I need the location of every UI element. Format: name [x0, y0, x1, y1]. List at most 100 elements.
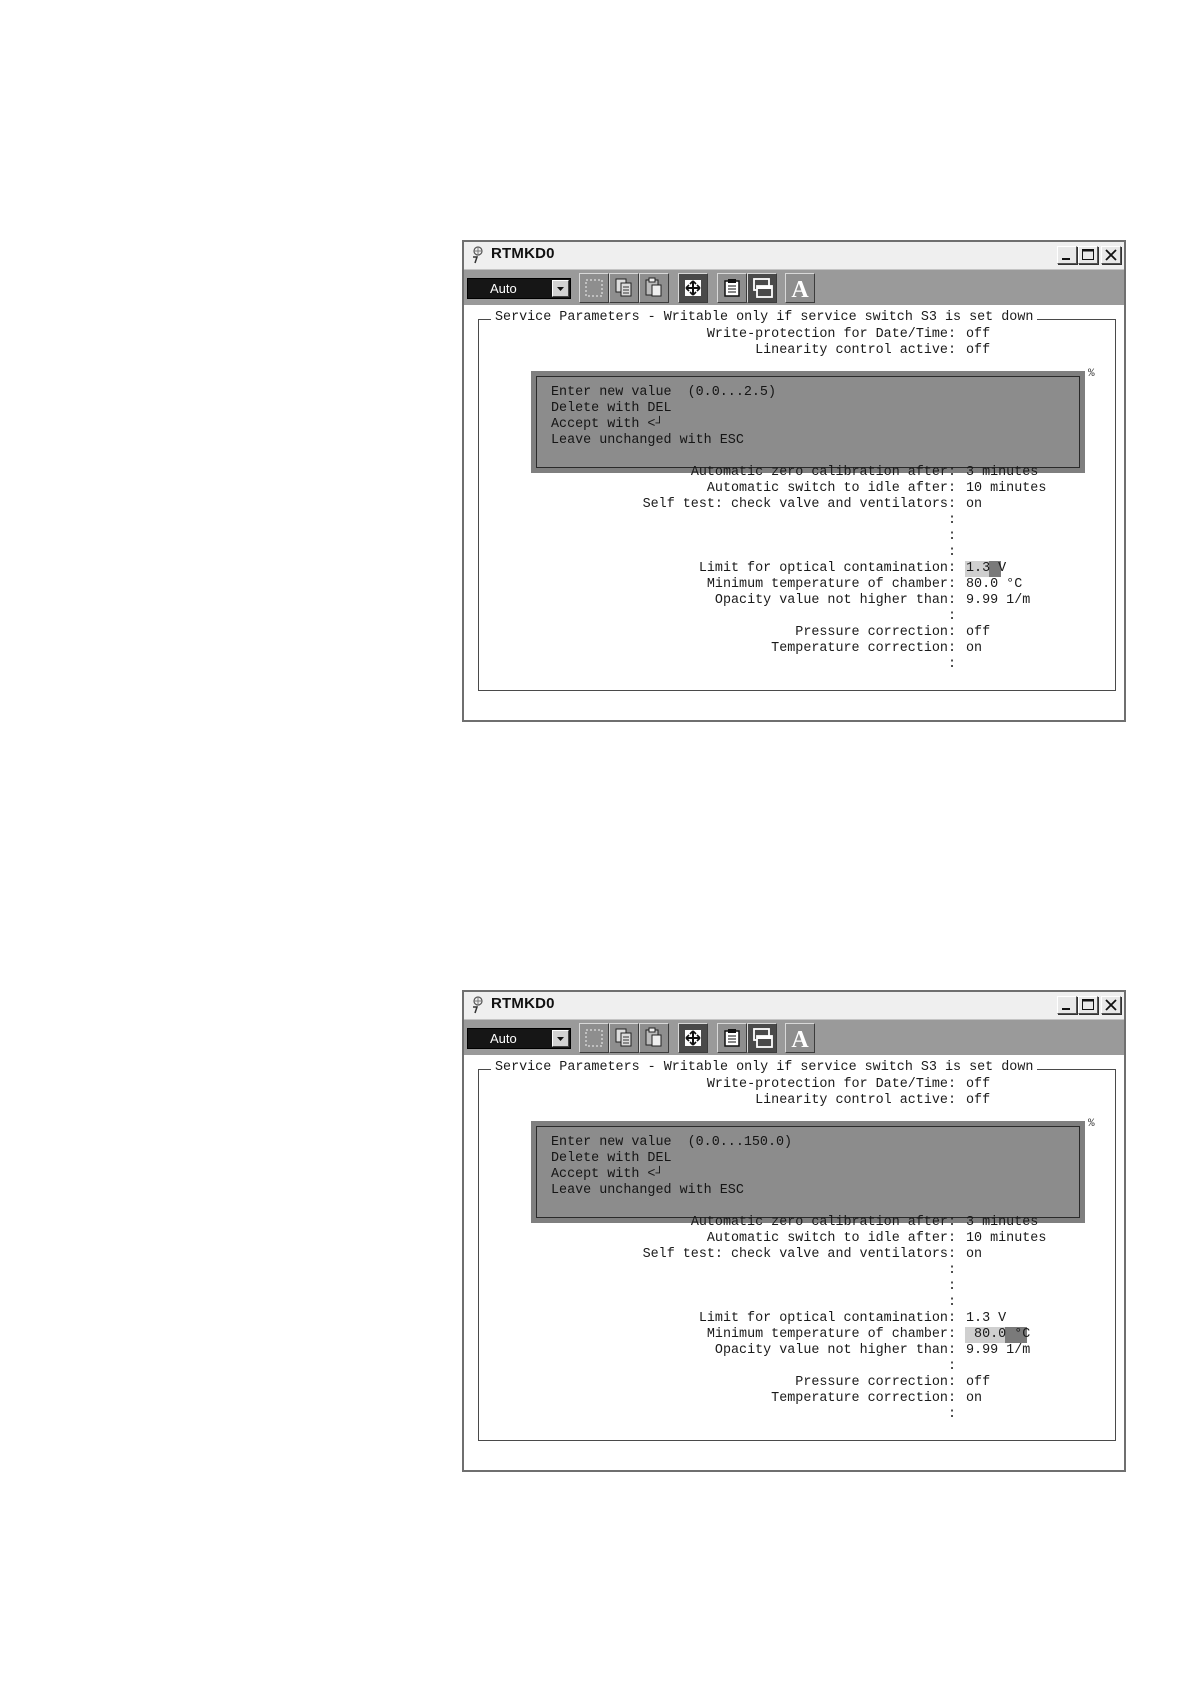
edit-value-dialog: Enter new value (0.0...2.5) Delete with … — [531, 371, 1085, 473]
close-button[interactable] — [1101, 246, 1121, 264]
font-icon: A — [791, 1027, 809, 1052]
param-value[interactable]: on — [966, 641, 982, 658]
param-value[interactable]: off — [966, 327, 990, 344]
edit-value-dialog-body: Enter new value (0.0...150.0) Delete wit… — [536, 1126, 1080, 1218]
minimize-button[interactable] — [1057, 246, 1077, 264]
param-label: Automatic switch to idle after: — [706, 1231, 956, 1246]
window-icon — [753, 278, 773, 298]
dialog-line: Enter new value (0.0...150.0) — [551, 1135, 793, 1150]
param-value[interactable]: 80.0 °C — [966, 577, 1022, 594]
mode-dropdown[interactable]: Auto — [467, 278, 571, 299]
param-label: Opacity value not higher than: — [714, 593, 956, 608]
param-value[interactable]: 10 minutes — [966, 1231, 1046, 1248]
param-value[interactable]: off — [966, 1077, 990, 1094]
toolbar: Auto A — [464, 270, 1124, 305]
maximize-button[interactable] — [1078, 996, 1098, 1014]
clipboard-button[interactable] — [717, 273, 747, 303]
title-bar[interactable]: RTMKD0 — [464, 242, 1124, 270]
select-button[interactable] — [579, 273, 609, 303]
copy-button[interactable] — [609, 1023, 639, 1053]
window-title: RTMKD0 — [491, 245, 555, 262]
param-value[interactable]: 9.99 1/m — [966, 593, 1030, 610]
copy-button[interactable] — [609, 273, 639, 303]
font-button[interactable]: A — [785, 1023, 815, 1053]
param-placeholder: : — [947, 513, 956, 528]
paste-icon — [645, 277, 662, 297]
param-label: Automatic zero calibration after: — [690, 465, 956, 480]
param-placeholder: : — [947, 545, 956, 560]
param-value[interactable]: off — [966, 625, 990, 642]
param-label: Automatic zero calibration after: — [690, 1215, 956, 1230]
minimize-button[interactable] — [1057, 996, 1077, 1014]
svg-text:A: A — [791, 277, 809, 302]
fullscreen-icon — [685, 280, 701, 296]
param-value[interactable]: on — [966, 497, 982, 514]
font-button[interactable]: A — [785, 273, 815, 303]
edit-value-dialog-body: Enter new value (0.0...2.5) Delete with … — [536, 376, 1080, 468]
mode-dropdown-value: Auto — [490, 1031, 517, 1046]
paste-button[interactable] — [639, 1023, 669, 1053]
dialog-line: Enter new value (0.0...2.5) — [551, 385, 776, 400]
window-icon — [753, 1028, 773, 1048]
dialog-line: Delete with DEL — [551, 401, 672, 416]
select-button[interactable] — [579, 1023, 609, 1053]
param-placeholder: : — [947, 1263, 956, 1278]
chevron-down-icon[interactable] — [552, 280, 569, 297]
window-button[interactable] — [747, 1023, 777, 1053]
fullscreen-button[interactable] — [678, 1023, 708, 1053]
param-value[interactable]: off — [966, 1375, 990, 1392]
app-icon — [473, 246, 483, 264]
chevron-down-icon[interactable] — [552, 1030, 569, 1047]
copy-icon — [615, 1028, 632, 1047]
param-label: Automatic switch to idle after: — [706, 481, 956, 496]
param-value[interactable]: on — [966, 1247, 982, 1264]
param-label: Self test: check valve and ventilators: — [642, 1247, 956, 1262]
param-value[interactable]: off — [966, 343, 990, 360]
mode-dropdown[interactable]: Auto — [467, 1028, 571, 1049]
param-placeholder: : — [947, 1295, 956, 1310]
param-value[interactable]: 1.3 V — [966, 1311, 1006, 1328]
param-placeholder: : — [947, 1407, 956, 1422]
mode-dropdown-value: Auto — [490, 281, 517, 296]
app-icon — [473, 996, 483, 1014]
param-value[interactable]: 10 minutes — [966, 481, 1046, 498]
param-placeholder: : — [947, 1279, 956, 1294]
content-area: Service Parameters - Writable only if se… — [464, 1055, 1124, 1470]
content-area: Service Parameters - Writable only if se… — [464, 305, 1124, 720]
param-value-editing[interactable]: 80.0 °C — [966, 1327, 1030, 1344]
select-icon — [585, 279, 603, 297]
maximize-button[interactable] — [1078, 246, 1098, 264]
param-label: Temperature correction: — [771, 1391, 956, 1406]
param-label: Write-protection for Date/Time: — [706, 327, 956, 342]
dialog-line: Leave unchanged with ESC — [551, 1183, 744, 1198]
param-label: Minimum temperature of chamber: — [706, 1327, 956, 1342]
param-value[interactable]: 9.99 1/m — [966, 1343, 1030, 1360]
param-label: Pressure correction: — [795, 1375, 956, 1390]
param-value[interactable]: on — [966, 1391, 982, 1408]
clipboard-button[interactable] — [717, 1023, 747, 1053]
close-button[interactable] — [1101, 996, 1121, 1014]
param-label: Linearity control active: — [755, 343, 956, 358]
title-bar[interactable]: RTMKD0 — [464, 992, 1124, 1020]
param-label: Write-protection for Date/Time: — [706, 1077, 956, 1092]
dialog-line: Delete with DEL — [551, 1151, 672, 1166]
window-button[interactable] — [747, 273, 777, 303]
dialog-line: Leave unchanged with ESC — [551, 433, 744, 448]
paste-button[interactable] — [639, 273, 669, 303]
param-value[interactable]: off — [966, 1093, 990, 1110]
service-parameters-frame: Service Parameters - Writable only if se… — [478, 310, 1116, 691]
rtmkd0-window-2: RTMKD0 Auto A Service Parameters - Writa… — [462, 990, 1126, 1472]
frame-title: Service Parameters - Writable only if se… — [491, 310, 1038, 327]
fullscreen-button[interactable] — [678, 273, 708, 303]
param-value[interactable]: 3 minutes — [966, 465, 1038, 482]
dialog-line: Accept with <┘ — [551, 417, 664, 432]
param-value[interactable]: 3 minutes — [966, 1215, 1038, 1232]
param-placeholder: : — [947, 1359, 956, 1374]
param-label: Pressure correction: — [795, 625, 956, 640]
param-value-editing[interactable]: 1.3 V — [966, 561, 1006, 578]
frame-title: Service Parameters - Writable only if se… — [491, 1060, 1038, 1077]
font-icon: A — [791, 277, 809, 302]
param-label: Limit for optical contamination: — [698, 1311, 956, 1326]
service-parameters-frame: Service Parameters - Writable only if se… — [478, 1060, 1116, 1441]
param-placeholder: : — [947, 657, 956, 672]
